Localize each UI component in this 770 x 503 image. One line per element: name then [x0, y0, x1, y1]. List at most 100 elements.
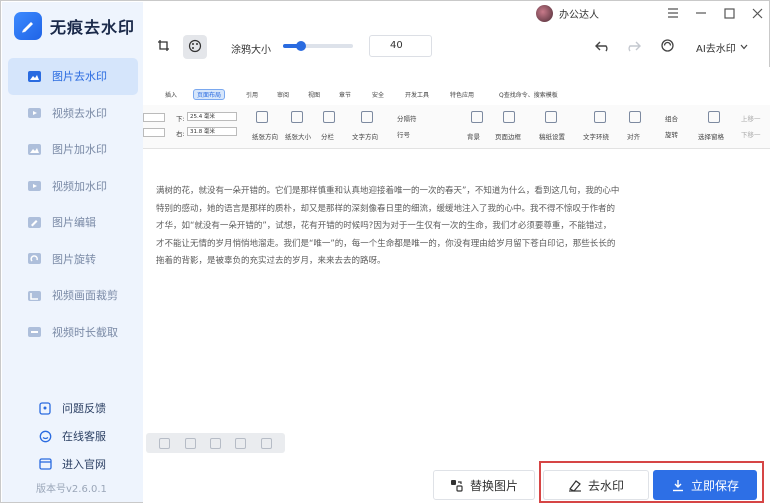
ribbon-panel: 下: 25.4 毫米 右: 31.8 毫米 纸张方向 纸张大小 分栏 文字方向 …	[143, 105, 770, 149]
avatar	[536, 5, 553, 22]
highlight-box	[539, 461, 764, 503]
website-link[interactable]: 进入官网	[38, 450, 106, 478]
image-canvas[interactable]: 插入 页面布局 引用 审阅 视图 章节 安全 开发工具 特色应用 Q查找命令、搜…	[143, 67, 770, 461]
sidebar: 无痕去水印 图片去水印 视频去水印 图片加水印 视频加水印 图片编辑 图片旋转 …	[2, 2, 143, 502]
ribbon-group: 分隔符	[397, 115, 417, 123]
app-logo: 无痕去水印	[14, 12, 135, 40]
video-add-icon	[26, 179, 42, 193]
brush-tool[interactable]	[183, 35, 207, 59]
support-link[interactable]: 在线客服	[38, 422, 106, 450]
sidebar-item-image-remove[interactable]: 图片去水印	[8, 58, 138, 95]
ribbon-group: 稿纸设置	[539, 133, 565, 141]
ribbon-group: 纸张大小	[285, 133, 311, 141]
sidebar-item-label: 视频去水印	[52, 106, 107, 120]
slider-handle[interactable]	[295, 41, 306, 51]
ribbon-tab: 安全	[372, 92, 385, 99]
ribbon-field: 31.8 毫米	[187, 127, 237, 136]
sidebar-item-video-add[interactable]: 视频加水印	[8, 168, 138, 205]
app-title: 无痕去水印	[50, 18, 136, 37]
undo-button[interactable]	[591, 35, 615, 59]
ribbon-tab: Q查找命令、搜索模板	[499, 92, 558, 99]
feedback-link[interactable]: 问题反馈	[38, 394, 106, 422]
logo-icon	[14, 12, 42, 40]
version-label: 版本号v2.6.0.1	[36, 484, 107, 495]
replace-image-button[interactable]: 替换图片	[433, 470, 535, 500]
brush-size-input[interactable]: 40	[369, 35, 432, 57]
image-remove-icon	[26, 69, 42, 83]
align-icon	[629, 111, 641, 123]
text-line: 才华，如“就没有一朵开错的”，试想，花有开错的时候吗?因为对于一生仅有一次的生命…	[156, 221, 612, 232]
ribbon-tabs: 插入 页面布局 引用 审阅 视图 章节 安全 开发工具 特色应用 Q查找命令、搜…	[143, 87, 770, 103]
columns-icon	[323, 111, 335, 123]
redo-icon	[625, 40, 641, 55]
ribbon-group: 分栏	[321, 133, 334, 141]
maximize-icon[interactable]	[722, 6, 736, 20]
sidebar-item-image-rotate[interactable]: 图片旋转	[8, 241, 138, 278]
ribbon-field	[143, 128, 165, 137]
ribbon-tab: 审阅	[277, 92, 290, 99]
paper-size-icon	[291, 111, 303, 123]
website-label: 进入官网	[62, 458, 106, 471]
image-edit-icon	[26, 215, 42, 229]
ribbon-group: 上移一	[741, 115, 761, 123]
sidebar-nav: 图片去水印 视频去水印 图片加水印 视频加水印 图片编辑 图片旋转 视频画面裁剪…	[8, 58, 138, 350]
ribbon-tab: 插入	[165, 92, 178, 99]
text-line: 满树的花，就没有一朵开错的。它们是那样慎重和认真地迎接着唯一的一次的春天”，不知…	[156, 186, 620, 196]
sidebar-item-image-add[interactable]: 图片加水印	[8, 131, 138, 168]
draft-paper-icon	[545, 111, 557, 123]
fullscreen-icon[interactable]	[235, 437, 247, 449]
rect-select-tool[interactable]	[151, 35, 175, 59]
ai-mode-label: AI去水印	[696, 44, 736, 55]
undo-icon	[595, 40, 611, 55]
replace-label: 替换图片	[469, 478, 518, 493]
image-rotate-icon	[26, 252, 42, 266]
brush-size-value: 40	[390, 40, 403, 51]
minimize-icon[interactable]	[694, 6, 708, 20]
ribbon-tab: 特色应用	[450, 92, 475, 99]
document-paragraph: 满树的花，就没有一朵开错的。它们是那样慎重和认真地迎接着唯一的一次的春天”，不知…	[156, 183, 696, 271]
sidebar-item-video-remove[interactable]: 视频去水印	[8, 95, 138, 132]
orientation-icon	[256, 111, 268, 123]
ribbon-group: 背景	[467, 133, 480, 141]
image-add-icon	[26, 142, 42, 156]
text-line: 拖着的背影，是被辜负的充实过去的岁月，来来去去的路呀。	[156, 256, 386, 267]
rect-select-icon	[157, 39, 170, 55]
sidebar-item-label: 图片加水印	[52, 143, 107, 157]
website-icon	[38, 457, 52, 471]
sidebar-item-label: 图片编辑	[52, 216, 96, 230]
close-icon[interactable]	[750, 6, 764, 20]
zoom-out-icon[interactable]	[159, 437, 171, 449]
fit-icon[interactable]	[209, 437, 221, 449]
sidebar-item-image-edit[interactable]: 图片编辑	[8, 204, 138, 241]
text-line: 特别的感动，她的语言是那样的质朴，却又是那样的深刻像春日里的细流，缓缓地注入了我…	[156, 203, 616, 214]
ribbon-tab-active: 页面布局	[193, 89, 226, 100]
ribbon-field: 25.4 毫米	[187, 112, 237, 121]
user-profile[interactable]: 办公达人	[536, 5, 599, 22]
ribbon-tab: 开发工具	[405, 92, 430, 99]
user-name: 办公达人	[559, 10, 599, 21]
sidebar-item-label: 视频时长截取	[52, 325, 118, 339]
ribbon-group: 文字环绕	[583, 133, 609, 141]
sidebar-item-label: 图片旋转	[52, 252, 96, 266]
ribbon-group: 纸张方向	[252, 133, 278, 141]
sidebar-item-label: 视频画面裁剪	[52, 289, 118, 303]
redo-button[interactable]	[621, 35, 645, 59]
ribbon-group: 组合	[665, 115, 678, 123]
hand-icon[interactable]	[260, 437, 272, 449]
ribbon-label: 右:	[176, 130, 185, 138]
ribbon-group: 选择窗格	[698, 133, 724, 141]
ribbon-group: 旋转	[665, 131, 678, 139]
text-wrap-icon	[594, 111, 606, 123]
video-remove-icon	[26, 106, 42, 120]
sidebar-item-video-trim[interactable]: 视频时长截取	[8, 314, 138, 351]
sidebar-item-video-crop[interactable]: 视频画面裁剪	[8, 277, 138, 314]
compare-button[interactable]	[655, 35, 679, 59]
text-line: 才不能让无情的岁月悄悄地溜走。我们是“唯一”的，每一个生命都是唯一的，你没有理由…	[156, 238, 616, 249]
zoom-in-icon[interactable]	[184, 437, 196, 449]
ai-mode-select[interactable]: AI去水印	[696, 40, 748, 55]
sidebar-bottom-links: 问题反馈 在线客服 进入官网	[38, 394, 106, 478]
brush-size-slider[interactable]	[283, 41, 353, 51]
menu-icon[interactable]	[666, 6, 680, 20]
replace-icon	[450, 478, 464, 492]
ribbon-group: 页面边框	[495, 133, 521, 141]
